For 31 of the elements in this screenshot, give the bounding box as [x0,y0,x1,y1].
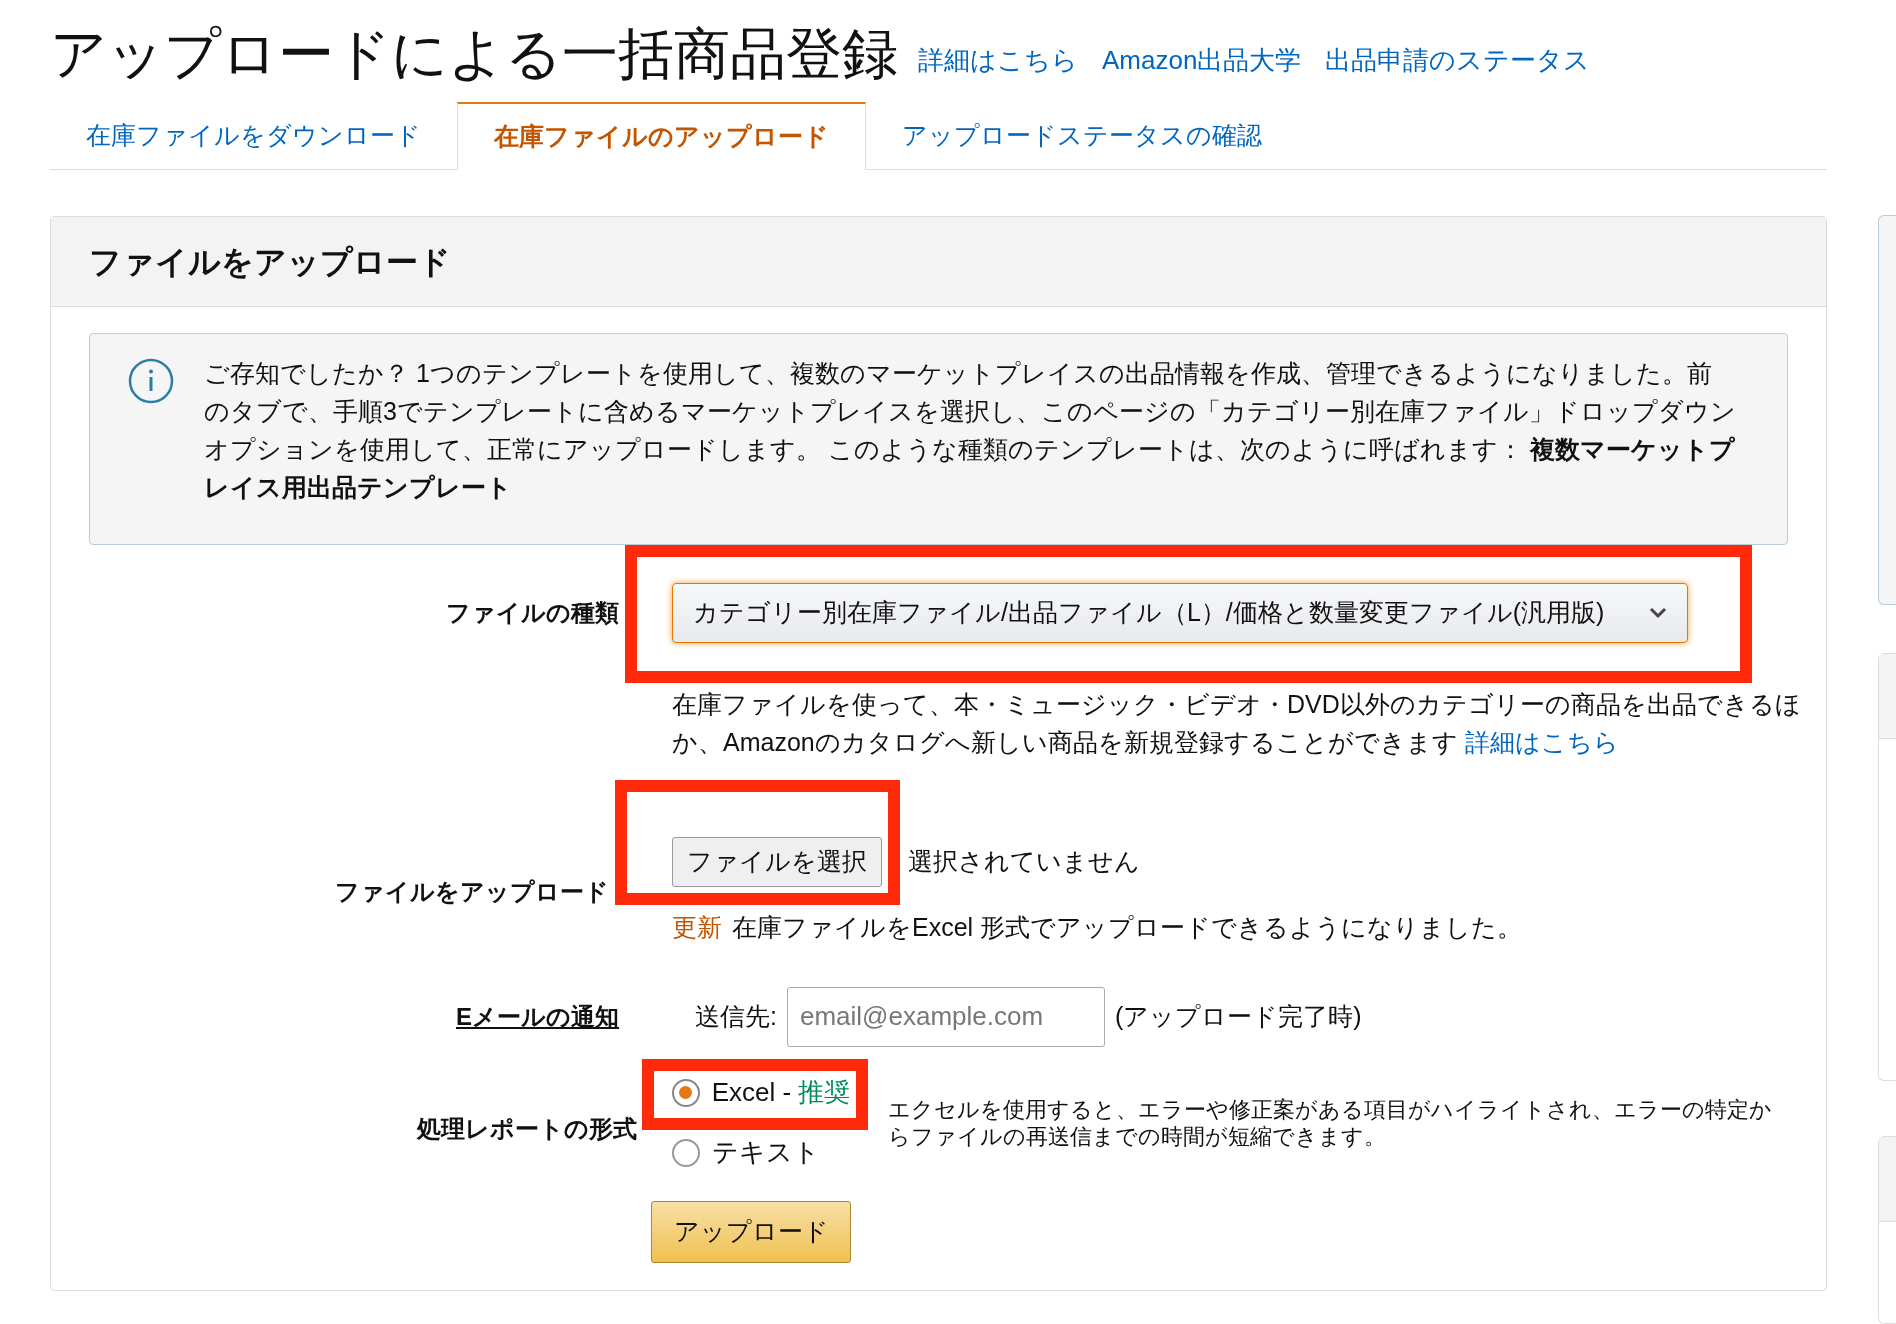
upload-note: 在庫ファイルをExcel 形式でアップロードできるようになりました。 [732,912,1523,943]
report-hint: エクセルを使用すると、エラーや修正案がある項目がハイライトされ、エラーの特定からファイルの再送信までの時間が短縮できます。 [888,1095,1774,1150]
field-label: ファイルをアップロード [334,876,609,907]
panel-title: ファイルをアップロード [89,242,451,282]
update-label: 更新 [672,912,722,943]
chevron-down-icon [1649,607,1667,619]
radio-button[interactable] [671,1138,700,1167]
tab[interactable]: アップロードステータスの確認 [866,102,1298,170]
tab[interactable]: 在庫ファイルをダウンロード [50,102,457,170]
field-label: Eメールの通知 [455,1001,619,1032]
page-title: アップロードによる一括商品登録 [50,26,898,82]
header-link[interactable]: 出品申請のステータス [1325,41,1591,80]
info-message: ご存知でしたか？ 1つのテンプレートを使用して、複数のマーケットプレイスの出品情報を作成、管理できるようになりました。前のタブで、手順3でテンプレートに含めるマーケットプレイスを選択し、このページの「カテゴリー別在庫ファイル」ドロップダウンオプションを使用して、正常にアップロードします。 このような種類のテンプレートは、次のように呼ばれます： 複数マーケットプレイス用出品テンプレート [204,358,1737,503]
option-label: Excel - 推奨 [711,1076,851,1109]
header-link[interactable]: Amazon出品大学 [1102,41,1302,80]
file-type-dropdown[interactable]: カテゴリー別在庫ファイル/出品ファイル（L）/価格と数量変更ファイル(汎用版) [672,583,1688,643]
field-label: 処理レポートの形式 [415,1113,637,1144]
email-note: (アップロード完了時) [1114,1000,1362,1032]
upload-button[interactable]: アップロード [651,1200,851,1263]
file-status: 選択されていません [908,846,1140,878]
header-link[interactable]: 詳細はこちら [918,41,1078,80]
file-type-description: 在庫ファイルを使って、本・ミュージック・ビデオ・DVD以外のカテゴリーの商品を出品できるほか、Amazonのカタログへ新しい商品を新規登録することができます 詳細はこちら [672,689,1802,758]
choose-file-button[interactable]: ファイルを選択 [672,837,882,887]
recipient-label: 送信先: [695,1000,777,1032]
details-link[interactable]: 詳細はこちら [1464,728,1619,756]
info-icon [128,358,174,404]
field-label: ファイルの種類 [445,598,619,628]
tab[interactable]: 在庫ファイルのアップロード [457,102,866,170]
email-field[interactable]: email@example.com [786,986,1105,1047]
option-label: テキスト [711,1136,820,1169]
radio-button[interactable] [671,1078,700,1107]
